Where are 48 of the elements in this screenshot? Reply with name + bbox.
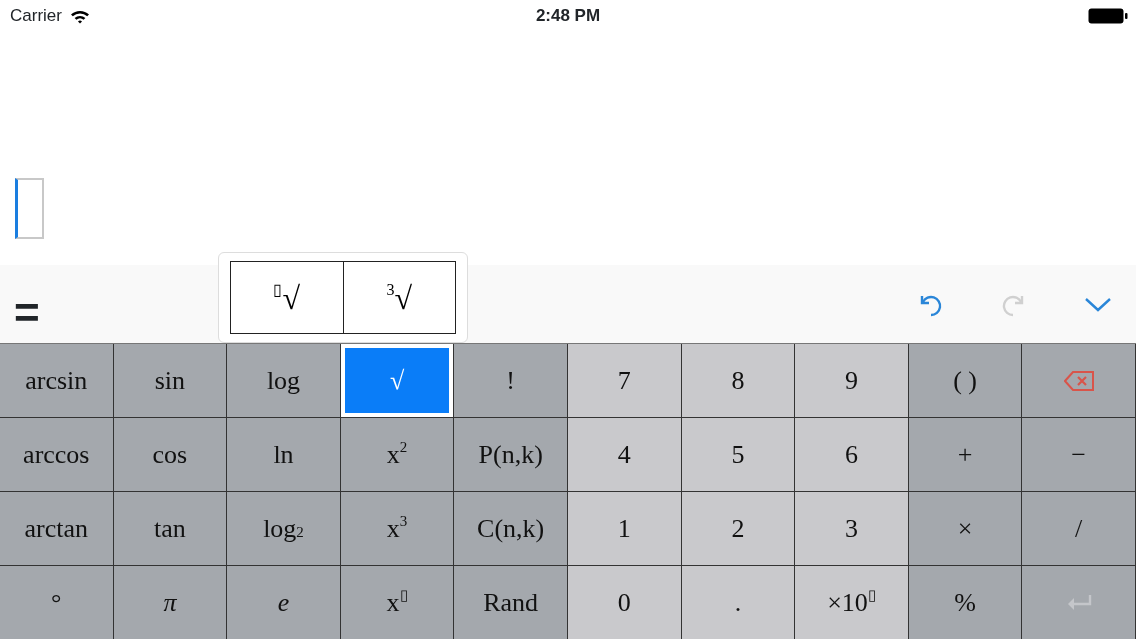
battery-icon xyxy=(1088,8,1128,24)
carrier-label: Carrier xyxy=(10,5,62,28)
keypad-key[interactable]: 8 xyxy=(681,344,796,418)
wifi-icon xyxy=(69,8,90,24)
keypad-key[interactable]: ° xyxy=(0,566,114,639)
keypad-key[interactable]: + xyxy=(908,418,1023,492)
keypad-key[interactable]: ( ) xyxy=(908,344,1023,418)
keypad-key[interactable]: 7 xyxy=(568,344,682,418)
keypad-key[interactable]: Rand xyxy=(454,566,568,639)
keypad-key[interactable]: ×10$^{▯}$ xyxy=(795,566,909,639)
keypad-key[interactable]: 1 xyxy=(568,492,682,566)
keypad-key[interactable]: e xyxy=(227,566,341,639)
keypad-key[interactable]: × xyxy=(908,492,1023,566)
equals-sign: = xyxy=(14,291,40,335)
keypad-key[interactable]: . xyxy=(681,566,796,639)
keypad-key[interactable]: C(n,k) xyxy=(454,492,568,566)
keypad-key[interactable]: π xyxy=(113,566,228,639)
root-option[interactable]: $^{3}$√ xyxy=(343,261,456,334)
keypad-key[interactable]: 2 xyxy=(681,492,796,566)
root-option[interactable]: $^{▯}$√ xyxy=(230,261,344,334)
keypad-key[interactable]: √ xyxy=(340,344,455,418)
keypad-key[interactable]: % xyxy=(908,566,1023,639)
keypad-key[interactable]: ! xyxy=(454,344,568,418)
keypad-key[interactable]: x$^{2}$ xyxy=(340,418,455,492)
keypad-key[interactable]: x$^{▯}$ xyxy=(340,566,455,639)
keypad-key[interactable]: 0 xyxy=(568,566,682,639)
backspace-icon xyxy=(1063,370,1094,391)
keypad-key[interactable]: 5 xyxy=(681,418,796,492)
backspace-key[interactable] xyxy=(1022,344,1136,418)
keypad-key[interactable]: arccos xyxy=(0,418,114,492)
keypad-key[interactable]: arctan xyxy=(0,492,114,566)
keypad-key[interactable]: ln xyxy=(227,418,341,492)
keypad-key[interactable]: arcsin xyxy=(0,344,114,418)
keypad-key[interactable]: 3 xyxy=(795,492,909,566)
keypad-key[interactable]: x$^{3}$ xyxy=(340,492,455,566)
keypad-key[interactable]: 9 xyxy=(795,344,909,418)
keypad-key[interactable]: cos xyxy=(113,418,228,492)
keypad-key[interactable]: / xyxy=(1022,492,1136,566)
keypad-key[interactable]: 4 xyxy=(568,418,682,492)
keypad-key[interactable]: P(n,k) xyxy=(454,418,568,492)
keypad-key[interactable]: log xyxy=(227,344,341,418)
input-field[interactable] xyxy=(15,178,44,239)
keypad-key[interactable]: − xyxy=(1022,418,1136,492)
chevron-down-icon xyxy=(1084,296,1112,312)
time-label: 2:48 PM xyxy=(535,5,601,28)
keypad-key[interactable]: 6 xyxy=(795,418,909,492)
keypad-key[interactable]: sin xyxy=(113,344,228,418)
keypad-key[interactable]: tan xyxy=(113,492,228,566)
